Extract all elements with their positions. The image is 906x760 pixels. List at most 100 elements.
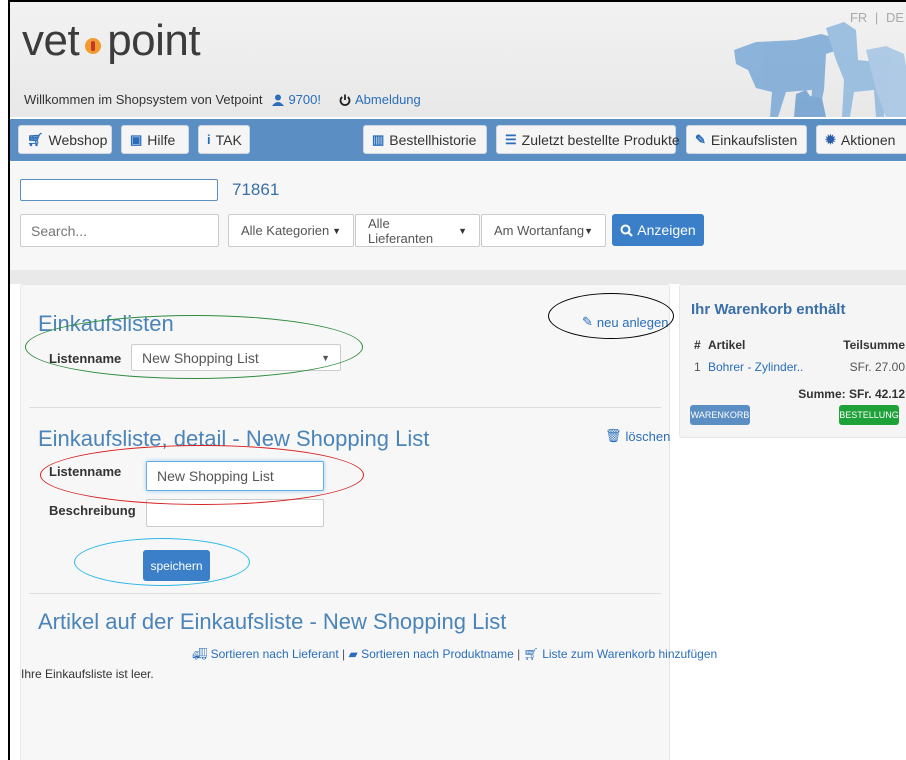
edit-icon: ✎ (582, 314, 593, 329)
articles-title: Artikel auf der Einkaufsliste - New Shop… (38, 609, 507, 634)
bar-chart-icon: ▥ (372, 131, 385, 147)
logout-label: Abmeldung (354, 92, 421, 107)
nav-einkaufslisten-label: Einkaufslisten (710, 131, 798, 148)
cart-icon: 🛒︎ (523, 647, 539, 661)
divider (29, 407, 661, 408)
nav-aktionen-label: Aktionen (840, 131, 896, 148)
match-mode-select[interactable]: Am Wortanfang ▼ (481, 214, 606, 247)
cart-col-subtotal: Teilsumme (843, 338, 905, 352)
logo-dot-icon (85, 38, 102, 54)
delete-list-label: löschen (625, 428, 671, 444)
description-input[interactable] (146, 499, 324, 527)
nav-aktionen-button[interactable]: ✹ Aktionen (816, 125, 906, 154)
shopping-lists-panel: Einkaufslisten ✎ neu anlegen Listenname … (20, 284, 717, 760)
chevron-down-icon: ▼ (321, 352, 330, 363)
cart-sum: Summe: SFr. 42.12 (798, 387, 905, 401)
cart-row-num: 1 (694, 360, 701, 374)
welcome-text: Willkommen im Shopsystem von Vetpoint (24, 92, 263, 107)
search-area: 71861 Alle Kategorien ▼ Alle Lieferanten… (10, 162, 906, 270)
user-icon (272, 94, 285, 106)
truck-icon: 🚚︎ (192, 647, 208, 661)
separator: | (342, 647, 346, 661)
customer-code-value: 71861 (232, 180, 280, 199)
user-account-link[interactable]: 9700! (272, 92, 321, 107)
list-name-select[interactable]: New Shopping List ▼ (131, 344, 341, 371)
nav-hilfe-label: Hilfe (147, 131, 176, 148)
vetpoint-logo[interactable]: vet point (22, 16, 201, 66)
cart-title: Ihr Warenkorb enthält (691, 301, 846, 318)
sort-by-product-label: Sortieren nach Produktname (361, 647, 514, 661)
cart-col-num: # (694, 338, 701, 352)
list-name-input-value: New Shopping List (157, 468, 274, 484)
add-list-to-cart-label: Liste zum Warenkorb hinzufügen (542, 647, 718, 661)
info-icon: i (207, 132, 211, 147)
animals-silhouette-icon (734, 22, 906, 117)
anzeigen-button[interactable]: Anzeigen (612, 214, 704, 246)
new-list-label: neu anlegen (596, 314, 669, 330)
chevron-down-icon: ▼ (584, 225, 593, 236)
add-list-to-cart-link[interactable]: 🛒︎ Liste zum Warenkorb hinzufügen (524, 647, 718, 661)
list-actions: 🚚︎ Sortieren nach Lieferant | ▰ Sortiere… (192, 647, 717, 661)
cart-widget: Ihr Warenkorb enthält # Artikel Teilsumm… (679, 284, 906, 438)
power-icon (339, 94, 351, 106)
badge-check-icon: ✹ (825, 131, 836, 147)
empty-list-message: Ihre Einkaufsliste ist leer. (21, 667, 154, 681)
help-icon: ▣ (130, 131, 143, 147)
sort-by-product-link[interactable]: ▰ Sortieren nach Produktname (348, 647, 517, 661)
edit-icon: ✎ (695, 131, 706, 147)
book-icon: ▰ (348, 647, 358, 661)
nav-bestellhistorie-button[interactable]: ▥ Bestellhistorie (363, 125, 487, 154)
chevron-down-icon: ▼ (458, 225, 467, 236)
nav-tak-label: TAK (215, 131, 242, 148)
anzeigen-label: Anzeigen (637, 222, 696, 238)
logo-text-point: point (107, 16, 201, 65)
cart-row-article-link[interactable]: Bohrer - Zylinder.. (708, 360, 803, 374)
list-icon: ☰ (505, 131, 517, 147)
description-label: Beschreibung (49, 503, 136, 518)
sort-by-supplier-link[interactable]: 🚚︎ Sortieren nach Lieferant (192, 647, 342, 661)
save-button[interactable]: speichern (143, 550, 210, 581)
nav-bestellhistorie-label: Bestellhistorie (389, 131, 477, 148)
nav-einkaufslisten-button[interactable]: ✎ Einkaufslisten (686, 125, 807, 154)
cart-icon: 🛒︎ (27, 131, 44, 147)
browser-frame: vet point FR | DE Willkommen im Shopsyst… (8, 0, 906, 760)
search-input[interactable] (20, 214, 219, 247)
nav-webshop-label: Webshop (48, 131, 108, 148)
section-separator (10, 270, 906, 284)
separator: | (517, 647, 521, 661)
new-list-link[interactable]: ✎ neu anlegen (582, 314, 668, 330)
user-id-label: 9700! (288, 92, 321, 107)
chevron-down-icon: ▼ (332, 225, 341, 236)
welcome-bar: Willkommen im Shopsystem von Vetpoint 97… (24, 92, 421, 107)
list-name-label: Listenname (49, 351, 122, 366)
trash-icon: 🗑︎ (605, 428, 622, 443)
bestellung-button[interactable]: BESTELLUNG (839, 405, 899, 425)
list-detail-title: Einkaufsliste, detail - New Shopping Lis… (38, 426, 430, 451)
match-mode-select-value: Am Wortanfang (494, 223, 585, 238)
list-name-input[interactable]: New Shopping List (146, 461, 324, 491)
logo-text-vet: vet (22, 16, 80, 65)
category-select[interactable]: Alle Kategorien ▼ (228, 214, 354, 247)
divider (29, 593, 661, 594)
nav-hilfe-button[interactable]: ▣ Hilfe (121, 125, 189, 154)
search-icon (620, 224, 634, 237)
nav-zuletzt-label: Zuletzt bestellte Produkte (521, 131, 680, 148)
list-name-select-value: New Shopping List (142, 349, 259, 366)
nav-tak-button[interactable]: i TAK (198, 125, 250, 154)
sort-by-supplier-label: Sortieren nach Lieferant (210, 647, 339, 661)
warenkorb-button[interactable]: WARENKORB (690, 405, 750, 425)
shopping-lists-title: Einkaufslisten (38, 311, 174, 336)
logout-link[interactable]: Abmeldung (339, 92, 421, 107)
cart-col-article: Artikel (708, 338, 746, 352)
customer-code-input[interactable] (20, 179, 218, 201)
category-select-value: Alle Kategorien (241, 223, 330, 238)
cart-row-subtotal: SFr. 27.00 (849, 360, 905, 374)
nav-webshop-button[interactable]: 🛒︎ Webshop (18, 125, 112, 154)
detail-list-name-label: Listenname (49, 464, 122, 479)
nav-zuletzt-button[interactable]: ☰ Zuletzt bestellte Produkte (496, 125, 680, 154)
main-navbar: 🛒︎ Webshop ▣ Hilfe i TAK ▥ Bestellhistor… (10, 119, 906, 161)
delete-list-link[interactable]: 🗑︎ löschen (605, 428, 670, 444)
page-header: vet point FR | DE Willkommen im Shopsyst… (10, 2, 906, 117)
supplier-select-value: Alle Lieferanten (368, 215, 434, 246)
supplier-select[interactable]: Alle Lieferanten ▼ (355, 214, 480, 247)
